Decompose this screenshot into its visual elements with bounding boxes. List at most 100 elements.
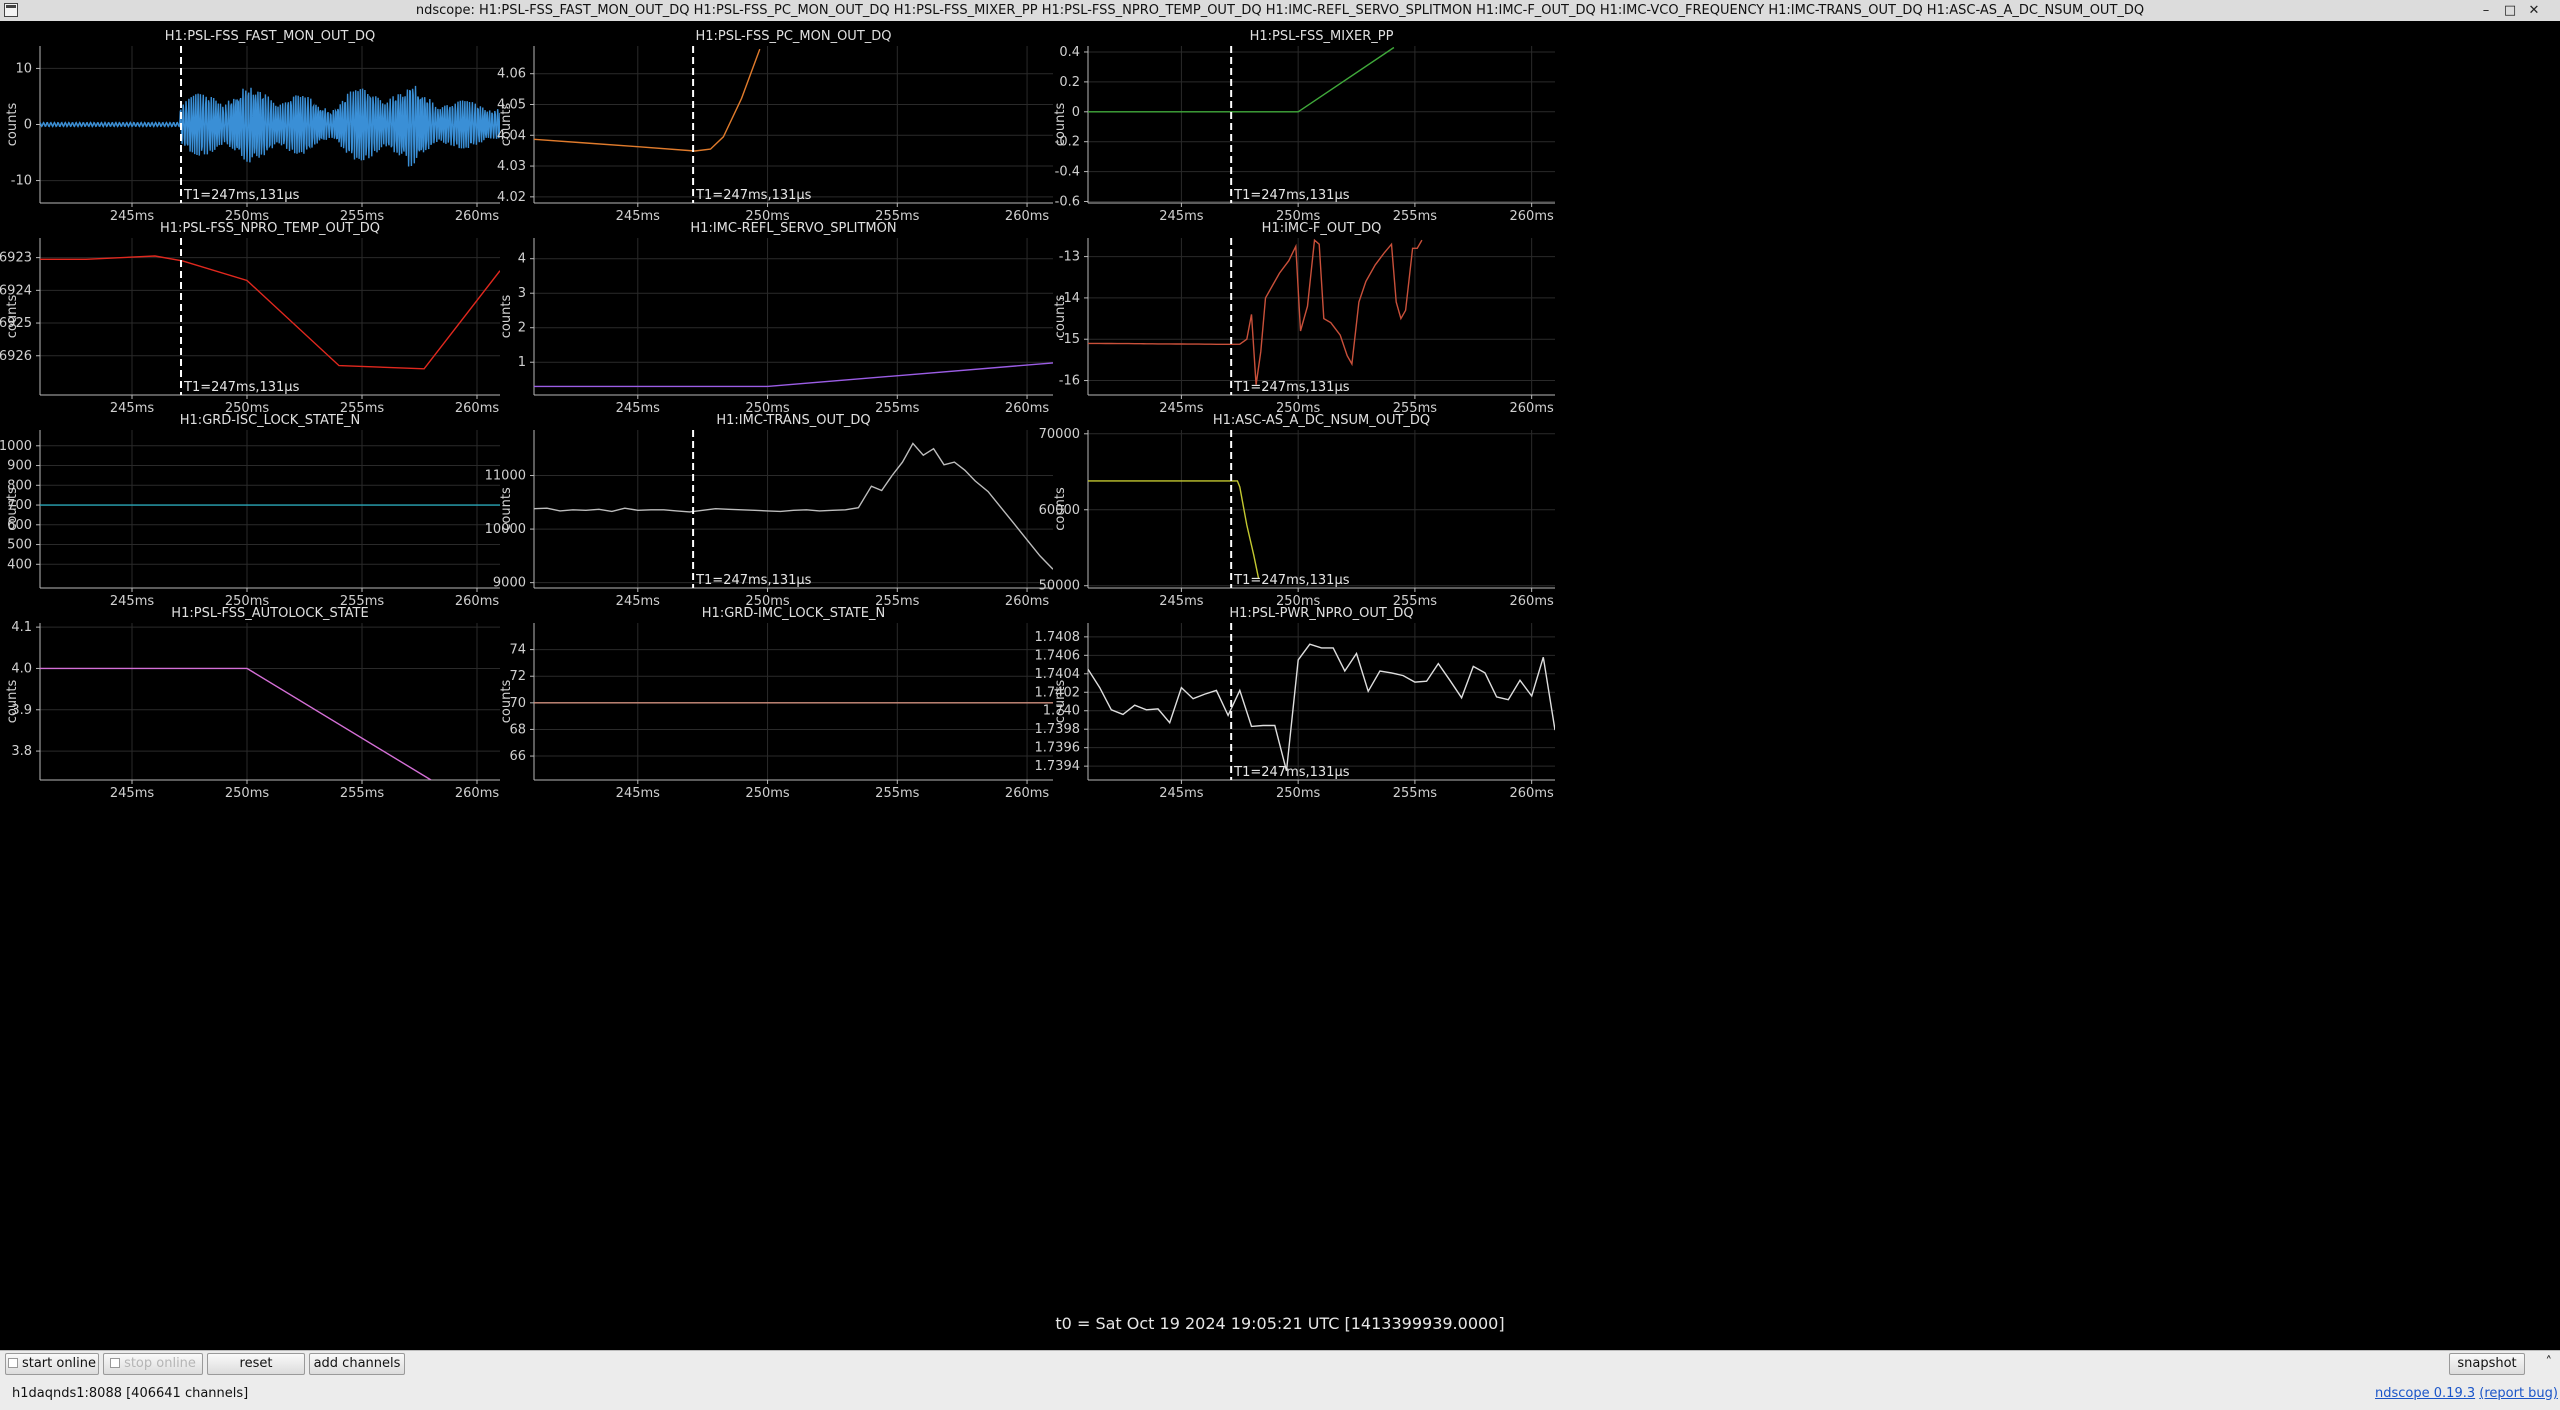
plot-panel: 245ms 250ms 255ms 260ms6668707274H1:GRD-IMC… <box>499 606 1053 801</box>
plot-panel: 245ms 250ms 255ms 260ms1234H1:IMC-REFL_SERV… <box>499 221 1053 416</box>
cursor-label: T1=247ms,131µs <box>695 573 812 588</box>
x-tick-label: 255ms <box>340 786 384 801</box>
y-tick-label: 1000 <box>0 439 32 454</box>
y-tick-label: 68 <box>509 722 526 737</box>
series-line <box>40 667 432 780</box>
y-tick-label: 1.7404 <box>1035 667 1081 682</box>
close-icon[interactable]: ✕ <box>2524 1 2544 20</box>
y-tick-label: -6926 <box>0 349 32 364</box>
x-tick-label: 260ms <box>1510 594 1554 609</box>
x-tick-label: 255ms <box>1393 209 1437 224</box>
reset-button[interactable]: reset <box>207 1353 305 1375</box>
y-tick-label: -0.4 <box>1055 165 1080 180</box>
y-tick-label: 3 <box>518 286 526 301</box>
y-tick-label: 0 <box>24 118 32 133</box>
y-tick-label: 11000 <box>485 469 526 484</box>
plot-panel: 245ms 250ms 255ms 260ms4.024.034.044.054.06… <box>497 29 1053 224</box>
report-bug-link[interactable]: (report bug) <box>2479 1386 2558 1401</box>
x-tick-label: 260ms <box>455 209 499 224</box>
y-tick-label: 1.7396 <box>1035 741 1081 756</box>
y-tick-label: 1.7406 <box>1035 648 1081 663</box>
x-tick-label: 255ms <box>875 786 919 801</box>
t0-label: t0 = Sat Oct 19 2024 19:05:21 UTC [14133… <box>1055 1314 1505 1333</box>
start-online-button[interactable]: start online <box>5 1353 99 1375</box>
x-tick-label: 245ms <box>616 209 660 224</box>
x-tick-label: 260ms <box>455 401 499 416</box>
minimize-icon[interactable]: – <box>2476 1 2496 20</box>
y-tick-label: 3.8 <box>11 744 32 759</box>
y-tick-label: -10 <box>11 174 32 189</box>
x-tick-label: 260ms <box>455 594 499 609</box>
plot-title: H1:GRD-IMC_LOCK_STATE_N <box>702 606 885 621</box>
y-tick-label: 70000 <box>1039 427 1080 442</box>
y-axis-label: counts <box>1053 295 1068 339</box>
plot-area[interactable]: 245ms 250ms 255ms 260ms -10 0 10 H1:PSL-FSS_FAS… <box>0 21 2560 1352</box>
y-tick-label: 66 <box>509 749 526 764</box>
series-line <box>40 255 500 370</box>
plot-title: H1:PSL-FSS_FAST_MON_OUT_DQ <box>165 29 375 44</box>
x-tick-label: 260ms <box>455 786 499 801</box>
version-status: ndscope 0.19.3 (report bug) <box>2375 1386 2558 1401</box>
series-line <box>1088 643 1555 771</box>
y-tick-label: 4.0 <box>11 661 32 676</box>
maximize-icon[interactable]: □ <box>2500 1 2520 20</box>
x-tick-label: 250ms <box>225 786 269 801</box>
y-tick-label: -13 <box>1059 250 1080 265</box>
y-tick-label: 4 <box>518 252 526 267</box>
y-tick-label: 0.2 <box>1059 75 1080 90</box>
collapse-icon[interactable]: ˄ <box>2546 1355 2553 1370</box>
x-tick-label: 260ms <box>1005 209 1049 224</box>
y-axis-label: counts <box>5 103 20 147</box>
y-tick-label: 1.7394 <box>1035 759 1081 774</box>
y-axis-label: counts <box>1053 680 1068 724</box>
y-axis-label: counts <box>5 487 20 531</box>
x-tick-label: 250ms <box>1276 786 1320 801</box>
x-tick-label: 260ms <box>1005 401 1049 416</box>
plot-title: H1:PSL-FSS_PC_MON_OUT_DQ <box>696 29 892 44</box>
y-tick-label: 0 <box>1072 105 1080 120</box>
cursor-label: T1=247ms,131µs <box>1233 380 1350 395</box>
series-line <box>534 362 1053 388</box>
y-axis-label: counts <box>1053 103 1068 147</box>
y-tick-label: 10 <box>15 61 32 76</box>
plot-panel: 245ms 250ms 255ms 260ms-16-15-14-13H1:IMC-F… <box>1053 221 1555 416</box>
plots-canvas[interactable]: 245ms 250ms 255ms 260ms -10 0 10 H1:PSL-FSS_FAS… <box>0 21 2560 1311</box>
plot-title: H1:PSL-FSS_NPRO_TEMP_OUT_DQ <box>160 221 380 236</box>
x-tick-label: 255ms <box>1393 786 1437 801</box>
y-tick-label: 50000 <box>1039 579 1080 594</box>
cursor-label: T1=247ms,131µs <box>1233 188 1350 203</box>
snapshot-button[interactable]: snapshot <box>2449 1353 2525 1375</box>
x-tick-label: 260ms <box>1005 786 1049 801</box>
version-link[interactable]: ndscope 0.19.3 <box>2375 1386 2475 1401</box>
window-title: ndscope: H1:PSL-FSS_FAST_MON_OUT_DQ H1:P… <box>415 3 2145 18</box>
x-tick-label: 245ms <box>1159 401 1203 416</box>
y-axis-label: counts <box>499 680 514 724</box>
y-tick-label: 400 <box>7 557 32 572</box>
y-tick-label: 4.06 <box>497 67 526 82</box>
plot-title: H1:ASC-AS_A_DC_NSUM_OUT_DQ <box>1213 413 1430 428</box>
y-axis-label: counts <box>5 680 20 724</box>
plot-panel: 245ms 250ms 255ms 260ms-10010H1:PSL-FSS_FAS… <box>5 29 500 224</box>
plot-panel: 245ms 250ms 255ms 260ms500006000070000H1:AS… <box>1039 413 1555 609</box>
plot-title: H1:IMC-TRANS_OUT_DQ <box>716 413 870 428</box>
plot-title: H1:PSL-FSS_MIXER_PP <box>1250 29 1394 44</box>
y-axis-label: counts <box>499 487 514 531</box>
y-axis-label: counts <box>499 295 514 339</box>
x-tick-label: 245ms <box>1159 209 1203 224</box>
y-tick-label: 900 <box>7 459 32 474</box>
y-tick-label: 74 <box>509 643 526 658</box>
cursor-label: T1=247ms,131µs <box>183 188 300 203</box>
y-tick-label: 500 <box>7 538 32 553</box>
y-tick-label: 4.02 <box>497 190 526 205</box>
x-tick-label: 245ms <box>110 786 154 801</box>
plot-title: H1:PSL-FSS_AUTOLOCK_STATE <box>171 606 368 621</box>
y-axis-label: counts <box>1053 487 1068 531</box>
y-tick-label: 4.1 <box>11 620 32 635</box>
x-tick-label: 250ms <box>745 786 789 801</box>
series-line <box>1088 46 1395 113</box>
x-tick-label: 255ms <box>875 401 919 416</box>
add-channels-button[interactable]: add channels <box>309 1353 405 1375</box>
series-line <box>1088 238 1423 385</box>
x-tick-label: 245ms <box>616 594 660 609</box>
x-tick-label: 245ms <box>110 209 154 224</box>
